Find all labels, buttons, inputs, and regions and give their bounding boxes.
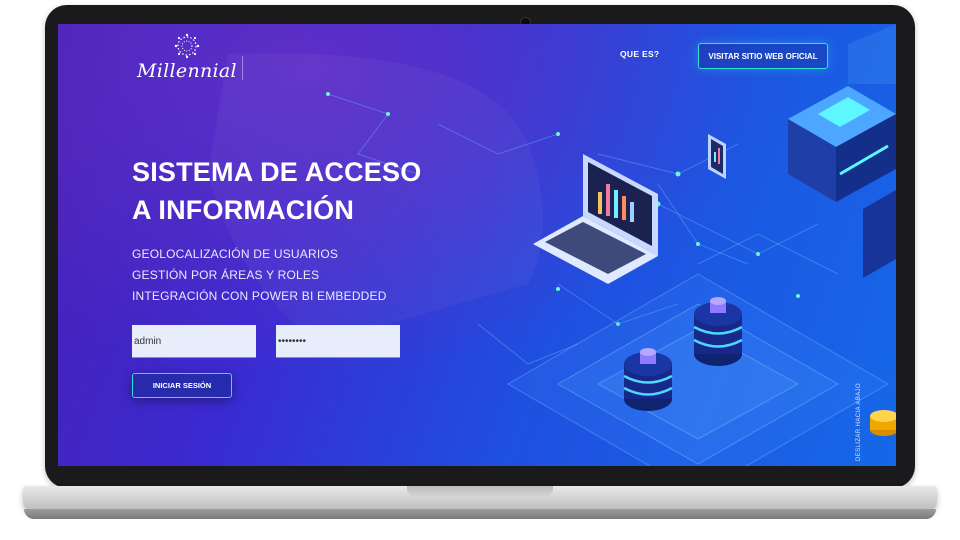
circle-dots-logo-icon bbox=[174, 33, 200, 59]
nav-link-que-es[interactable]: QUE ES? bbox=[620, 49, 659, 59]
feature-item: GEOLOCALIZACIÓN DE USUARIOS bbox=[132, 247, 339, 261]
password-input[interactable] bbox=[276, 325, 400, 358]
visit-official-site-button[interactable]: VISITAR SITIO WEB OFICIAL bbox=[698, 43, 828, 69]
brand-name: Millennial bbox=[137, 60, 237, 82]
laptop-notch bbox=[407, 486, 553, 498]
page-title-line-2: A INFORMACIÓN bbox=[132, 195, 355, 225]
username-input[interactable] bbox=[132, 325, 256, 358]
logo-divider bbox=[242, 56, 243, 80]
login-screen: Millennial QUE ES? VISITAR SITIO WEB OFI… bbox=[58, 24, 896, 466]
page-title-line-1: SISTEMA DE ACCESO bbox=[132, 157, 422, 187]
feature-item: INTEGRACIÓN CON POWER BI EMBEDDED bbox=[132, 289, 387, 303]
laptop-base-shadow bbox=[24, 509, 936, 519]
feature-item: GESTIÓN POR ÁREAS Y ROLES bbox=[132, 268, 320, 282]
login-button[interactable]: INICIAR SESIÓN bbox=[132, 373, 232, 398]
brand-logo[interactable]: Millennial bbox=[132, 32, 242, 92]
scroll-hint: DESLIZAR HACIA ABAJO bbox=[856, 382, 862, 461]
